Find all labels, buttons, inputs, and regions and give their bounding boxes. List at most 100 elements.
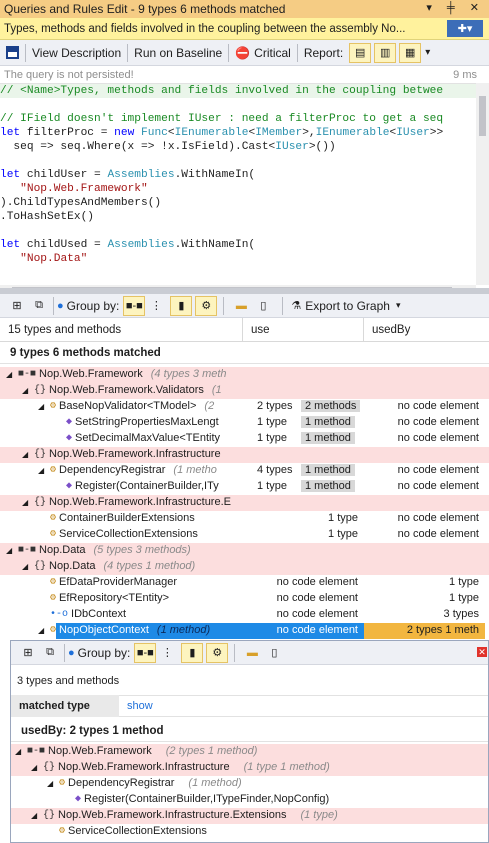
table-row[interactable]: ◢{} Nop.Web.Framework.Infrastructure xyxy=(0,447,489,463)
use-cell[interactable]: 1 type 1 method xyxy=(243,479,364,495)
group-by-member-icon[interactable]: ⚙ xyxy=(195,295,218,316)
group-by-assembly-icon[interactable]: ■-■ xyxy=(123,295,146,316)
table-row[interactable]: ⚙ ContainerBuilderExtensions 1 type no code… xyxy=(0,511,489,527)
usedby-cell[interactable] xyxy=(364,447,485,463)
editor-vertical-scrollbar[interactable] xyxy=(476,83,489,285)
group-by-type-icon[interactable]: ▮ xyxy=(181,642,204,663)
use-cell[interactable]: 4 types 1 method xyxy=(243,463,364,479)
collapse-all-icon[interactable]: ⧉ xyxy=(28,296,50,316)
tree-row[interactable]: ◢ ⚙ DependencyRegistrar (1 method) xyxy=(11,776,488,792)
usedby-cell[interactable]: 2 types 1 meth xyxy=(364,623,485,639)
expand-arrow-icon[interactable]: ◢ xyxy=(22,450,34,459)
use-cell[interactable] xyxy=(243,543,364,559)
info-icon[interactable]: ● xyxy=(68,647,75,659)
code-line[interactable]: .ToHashSetEx() xyxy=(0,210,476,224)
table-row[interactable]: ◆ Register(ContainerBuilder,ITy 1 type 1 me… xyxy=(0,479,489,495)
table-row[interactable]: ◢{} Nop.Web.Framework.Validators (1 xyxy=(0,383,489,399)
usedby-cell[interactable]: no code element xyxy=(364,479,485,495)
table-row[interactable]: ◢ ■-■ Nop.Web.Framework (4 types 3 meth xyxy=(0,367,489,383)
table-row[interactable]: ⚙ EfDataProviderManager no code element 1 t… xyxy=(0,575,489,591)
table-row[interactable]: ⚙ EfRepository<TEntity> no code element 1 t… xyxy=(0,591,489,607)
document-icon[interactable]: ▯ xyxy=(263,643,285,663)
code-line[interactable]: seq => seq.Where(x => !x.IsField).Cast<I… xyxy=(0,140,476,154)
expand-arrow-icon[interactable]: ◢ xyxy=(22,562,34,571)
column-header-name[interactable]: 15 types and methods xyxy=(0,318,243,342)
column-header-matched[interactable]: matched type xyxy=(11,695,119,717)
document-icon[interactable]: ▯ xyxy=(252,296,274,316)
use-cell[interactable]: no code element xyxy=(243,607,364,623)
code-line[interactable]: "Nop.Data" xyxy=(0,252,476,266)
toolbar-overflow-icon[interactable]: ▾ xyxy=(425,47,430,58)
usedby-cell[interactable]: 3 types xyxy=(364,607,485,623)
table-row[interactable]: •-o IDbContext no code element 3 types xyxy=(0,607,489,623)
code-line[interactable] xyxy=(0,154,476,168)
report-list-icon[interactable]: ▤ xyxy=(349,42,372,63)
group-by-type-icon[interactable]: ▮ xyxy=(170,295,193,316)
expand-arrow-icon[interactable]: ◢ xyxy=(47,779,59,788)
usedby-cell[interactable]: no code element xyxy=(364,511,485,527)
save-button[interactable] xyxy=(0,42,25,64)
usedby-cell[interactable]: no code element xyxy=(364,527,485,543)
code-line[interactable]: ).ChildTypesAndMembers() xyxy=(0,196,476,210)
tree-row[interactable]: ◢ ■-■ Nop.Web.Framework (2 types 1 method) xyxy=(11,744,488,760)
tree-row[interactable]: ◢{} Nop.Web.Framework.Infrastructure (1 ty… xyxy=(11,760,488,776)
usedby-cell[interactable]: no code element xyxy=(364,463,485,479)
expand-arrow-icon[interactable]: ◢ xyxy=(38,466,50,475)
table-row[interactable]: ◢{} Nop.Data (4 types 1 method) xyxy=(0,559,489,575)
usedby-cell[interactable]: no code element xyxy=(364,415,485,431)
collapse-all-icon[interactable]: ⧉ xyxy=(39,643,61,663)
code-line[interactable]: "Nop.Web.Framework" xyxy=(0,182,476,196)
table-row[interactable]: ◢{} Nop.Web.Framework.Infrastructure.E xyxy=(0,495,489,511)
use-cell[interactable] xyxy=(243,367,364,383)
code-line[interactable]: // <Name>Types, methods and fields invol… xyxy=(0,84,476,98)
window-title-bar[interactable]: Queries and Rules Edit - 9 types 6 metho… xyxy=(0,0,489,18)
use-cell[interactable] xyxy=(243,559,364,575)
table-row[interactable]: ◆ SetDecimalMaxValue<TEntity 1 type 1 metho… xyxy=(0,431,489,447)
report-export-icon[interactable]: ▦ xyxy=(399,42,422,63)
code-editor[interactable]: // <Name>Types, methods and fields invol… xyxy=(0,83,476,285)
show-link[interactable]: show xyxy=(119,700,153,712)
table-row[interactable]: ◆ SetStringPropertiesMaxLengt 1 type 1 meth… xyxy=(0,415,489,431)
usedby-cell[interactable]: 1 type xyxy=(364,591,485,607)
export-graph-icon[interactable]: ⚗ xyxy=(291,299,301,312)
code-line[interactable] xyxy=(0,98,476,112)
group-by-member-icon[interactable]: ⚙ xyxy=(206,642,229,663)
usedby-cell[interactable]: 1 type xyxy=(364,575,485,591)
critical-toggle[interactable]: ⛔ Critical xyxy=(229,42,297,64)
view-description-button[interactable]: View Description xyxy=(26,42,127,64)
expand-arrow-icon[interactable]: ◢ xyxy=(6,546,18,555)
use-cell[interactable] xyxy=(243,447,364,463)
expand-all-icon[interactable]: ⊞ xyxy=(17,643,39,663)
info-icon[interactable]: ● xyxy=(57,300,64,312)
folder-icon[interactable]: ▬ xyxy=(230,296,252,316)
use-cell[interactable]: 1 type xyxy=(243,511,364,527)
chevron-down-icon[interactable]: ▾ xyxy=(396,300,401,311)
code-line[interactable]: let childUsed = Assemblies.WithNameIn( xyxy=(0,238,476,252)
group-by-namespace-icon[interactable]: ⋮ xyxy=(156,643,178,663)
usedby-cell[interactable] xyxy=(364,495,485,511)
expand-arrow-icon[interactable]: ◢ xyxy=(22,498,34,507)
export-to-graph-button[interactable]: Export to Graph xyxy=(305,299,390,313)
group-by-namespace-icon[interactable]: ⋮ xyxy=(145,296,167,316)
expand-arrow-icon[interactable]: ◢ xyxy=(22,386,34,395)
usedby-cell[interactable] xyxy=(364,383,485,399)
editor-scroll-thumb[interactable] xyxy=(479,96,486,136)
code-line[interactable]: let childUser = Assemblies.WithNameIn( xyxy=(0,168,476,182)
column-header-use[interactable]: use xyxy=(243,318,364,342)
close-icon[interactable]: ✕ xyxy=(477,647,487,657)
expand-arrow-icon[interactable]: ◢ xyxy=(38,626,50,635)
tree-row[interactable]: ⚙ ServiceCollectionExtensions xyxy=(11,824,488,840)
expand-arrow-icon[interactable]: ◢ xyxy=(31,763,43,772)
expand-arrow-icon[interactable]: ◢ xyxy=(15,747,27,756)
table-row[interactable]: ◢ ■-■ Nop.Data (5 types 3 methods) xyxy=(0,543,489,559)
group-by-assembly-icon[interactable]: ■-■ xyxy=(134,642,157,663)
report-tree-icon[interactable]: ▥ xyxy=(374,42,397,63)
window-controls[interactable]: ▾ ╪ ✕ xyxy=(426,1,485,14)
table-row[interactable]: ◢ ⚙ NopObjectContext (1 method) no code elem… xyxy=(0,623,489,639)
expand-arrow-icon[interactable]: ◢ xyxy=(31,811,43,820)
expand-arrow-icon[interactable]: ◢ xyxy=(6,370,18,379)
table-row[interactable]: ⚙ ServiceCollectionExtensions 1 type no cod… xyxy=(0,527,489,543)
usedby-cell[interactable]: no code element xyxy=(364,399,485,415)
tree-row[interactable]: ◢{} Nop.Web.Framework.Infrastructure.Exte… xyxy=(11,808,488,824)
folder-icon[interactable]: ▬ xyxy=(241,643,263,663)
